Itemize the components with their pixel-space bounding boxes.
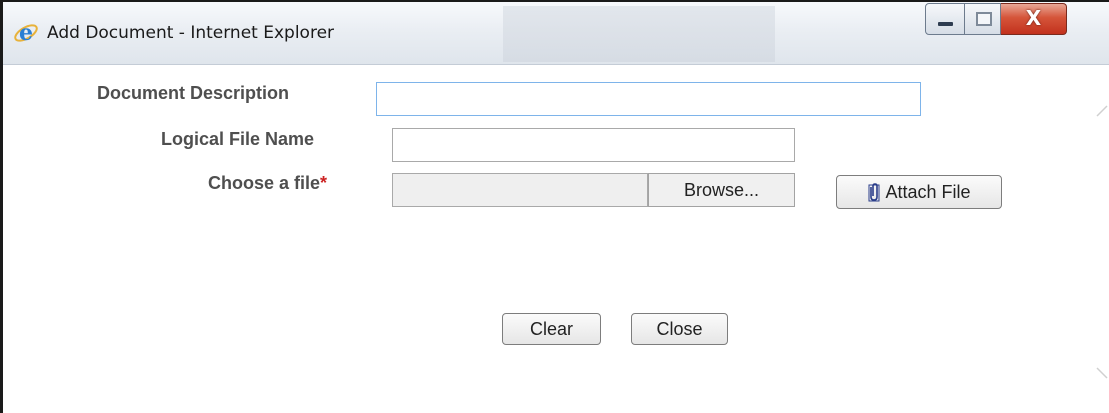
close-button-label: Close [656, 318, 703, 339]
window-title: Add Document - Internet Explorer [47, 23, 335, 43]
clear-button-label: Clear [529, 318, 573, 339]
svg-text:e: e [19, 20, 33, 46]
choose-file-label: Choose a file* [208, 173, 327, 194]
required-marker: * [320, 173, 328, 193]
title-bar-reflection [503, 6, 571, 62]
choose-file-label-text: Choose a file [208, 173, 321, 193]
scroll-down-arrow-icon[interactable] [1095, 362, 1109, 382]
paperclip-icon [868, 183, 880, 202]
attach-file-label: Attach File [885, 181, 971, 202]
title-bar-reflection [707, 6, 775, 62]
file-path-field[interactable] [392, 173, 648, 207]
clear-button[interactable]: Clear [502, 313, 601, 345]
close-icon: X [1025, 6, 1042, 30]
maximize-icon [976, 12, 992, 26]
logical-file-name-label: Logical File Name [161, 129, 315, 149]
close-button[interactable]: Close [631, 313, 728, 345]
logical-file-name-input[interactable] [392, 128, 795, 162]
close-window-button[interactable]: X [1001, 3, 1067, 35]
document-description-input[interactable] [376, 82, 921, 116]
attach-file-button[interactable]: Attach File [836, 175, 1002, 209]
minimize-button[interactable] [925, 3, 965, 35]
title-bar-reflection [639, 6, 707, 62]
title-bar-reflection [571, 6, 639, 62]
dialog-window: e Add Document - Internet Explorer X Doc… [0, 0, 1109, 413]
browse-button-label: Browse... [683, 179, 760, 200]
internet-explorer-icon: e [14, 20, 38, 46]
scroll-up-arrow-icon[interactable] [1095, 102, 1109, 122]
minimize-icon [938, 22, 953, 26]
document-description-label: Document Description [97, 83, 290, 103]
browse-button[interactable]: Browse... [648, 173, 795, 207]
title-bar[interactable]: e Add Document - Internet Explorer X [3, 2, 1109, 65]
maximize-button[interactable] [965, 3, 1001, 35]
